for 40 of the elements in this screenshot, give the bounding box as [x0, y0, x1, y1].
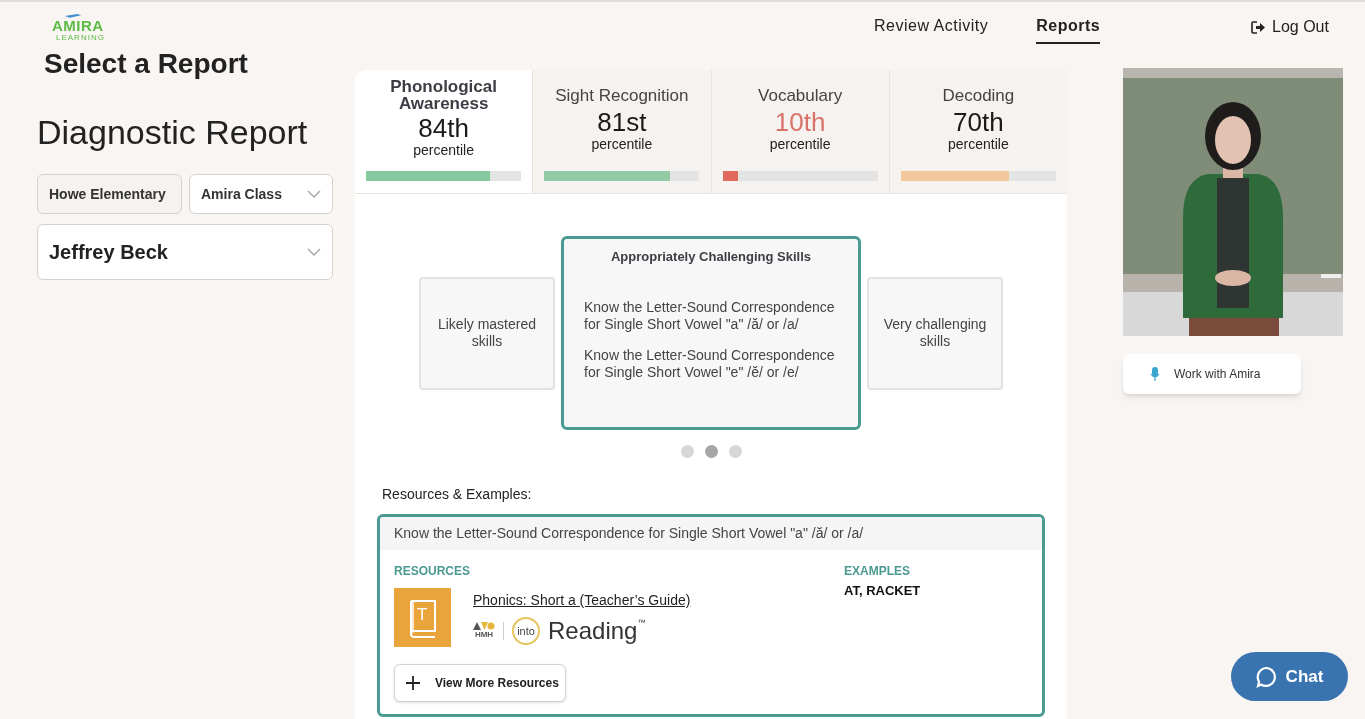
- report-title: Diagnostic Report: [37, 112, 309, 152]
- class-dropdown[interactable]: Amira Class: [189, 174, 333, 214]
- chat-bubble-icon: [1255, 665, 1278, 688]
- sign-out-icon: [1251, 20, 1266, 34]
- skill-card[interactable]: Appropriately Challenging Skills Know the Letter-Sound Correspondence for Single Short Vowel "a" /ă/ or /a/ Know the Letter-Sound Correspondence for Single Short Vowel "e" /ĕ/ or /e/: [561, 236, 861, 430]
- school-dropdown[interactable]: Howe Elementary: [37, 174, 182, 214]
- skill-card[interactable]: Likely mastered skills: [419, 276, 555, 390]
- nav-tab[interactable]: Reports: [1036, 14, 1101, 44]
- nav-tab[interactable]: Review Activity: [874, 14, 989, 44]
- examples-label: EXAMPLES: [844, 563, 911, 580]
- microphone-icon: [1150, 366, 1160, 382]
- brand-name: Reading: [548, 617, 638, 645]
- skill-text: Know the Letter-Sound Correspondence for Single Short Vowel "e" /ĕ/ or /e/: [584, 346, 836, 381]
- resources-label: RESOURCES: [394, 563, 471, 580]
- publisher-text: HMH: [474, 630, 494, 640]
- chevron-down-icon: [307, 190, 321, 198]
- student-dropdown[interactable]: Jeffrey Beck: [37, 224, 333, 280]
- chat-button[interactable]: Chat: [1231, 652, 1348, 701]
- section-heading: Resources & Examples:: [382, 485, 533, 504]
- skill-card[interactable]: Very challenging skills: [867, 276, 1003, 390]
- skill-heading: Know the Letter-Sound Correspondence for Single Short Vowel "a" /ă/ or /a/: [380, 517, 1042, 550]
- log-out-link[interactable]: Log Out: [1251, 15, 1329, 39]
- shapes-icon: [473, 622, 495, 630]
- book-letter: T: [417, 604, 428, 626]
- page-title: Select a Report: [44, 47, 249, 81]
- plus-icon: [405, 675, 421, 691]
- chevron-down-icon: [307, 248, 321, 256]
- brand-badge: into: [512, 617, 540, 645]
- examples-text: AT, RACKET: [844, 582, 921, 600]
- view-more-resources-button[interactable]: View More Resources: [394, 664, 566, 702]
- trademark-mark: ™: [637, 617, 646, 629]
- skill-text: Know the Letter-Sound Correspondence for Single Short Vowel "a" /ă/ or /a/: [584, 298, 836, 333]
- book-icon: [394, 588, 451, 647]
- skill-tab[interactable]: Sight Recognition 81st percentile: [532, 70, 711, 193]
- skill-tab[interactable]: Decoding 70th percentile: [888, 70, 1067, 193]
- logo-text: AMIRA: [52, 19, 104, 33]
- resource-link[interactable]: Phonics: Short a (Teacher’s Guide): [473, 590, 691, 611]
- work-with-amira-button[interactable]: Work with Amira: [1123, 354, 1301, 394]
- logo-tagline: LEARNING: [56, 33, 105, 42]
- skill-tab[interactable]: Vocabulary 10th percentile: [710, 70, 889, 193]
